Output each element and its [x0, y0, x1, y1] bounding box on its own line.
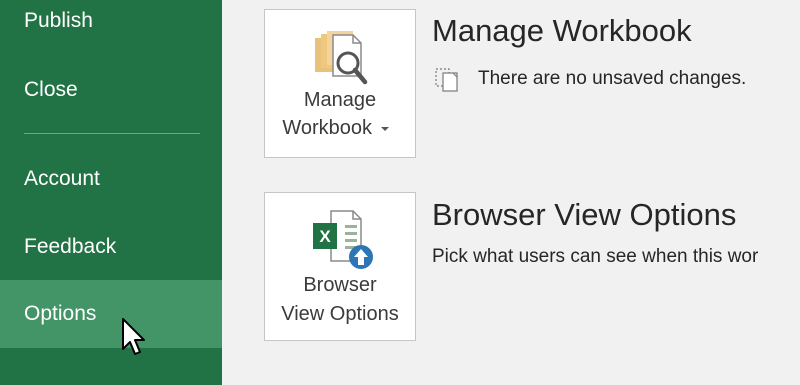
manage-workbook-status: There are no unsaved changes. — [478, 68, 747, 89]
nav-item-label: Account — [24, 167, 100, 190]
browser-view-options-description: Pick what users can see when this wor — [432, 246, 759, 267]
nav-item-account[interactable]: Account — [0, 146, 222, 212]
browser-view-options-button[interactable]: X Browser View Options — [264, 192, 416, 341]
nav-item-label: Publish — [24, 9, 93, 32]
browser-view-options-label-line1: Browser — [303, 274, 377, 296]
manage-workbook-icon — [315, 31, 368, 85]
nav-item-feedback[interactable]: Feedback — [0, 214, 222, 280]
browser-view-options-icon: X — [313, 210, 373, 269]
manage-workbook-button[interactable]: Manage Workbook — [264, 9, 416, 158]
manage-workbook-title: Manage Workbook — [432, 13, 692, 48]
nav-item-label: Options — [24, 302, 97, 325]
browser-view-options-title: Browser View Options — [432, 197, 737, 232]
nav-item-label: Close — [24, 78, 78, 101]
nav-item-close[interactable]: Close — [0, 57, 222, 123]
svg-text:X: X — [319, 227, 331, 246]
manage-workbook-label-line2: Workbook — [261, 114, 411, 142]
nav-item-label: Feedback — [24, 235, 117, 258]
dropdown-arrow-icon — [380, 126, 389, 131]
mouse-pointer-icon — [122, 318, 145, 355]
manage-workbook-label-text: Workbook — [282, 117, 373, 139]
nav-item-options[interactable]: Options — [0, 280, 222, 348]
nav-item-publish[interactable]: Publish — [0, 0, 222, 54]
browser-view-options-label-line2: View Options — [281, 303, 399, 325]
manage-workbook-label-line1: Manage — [303, 89, 377, 111]
backstage-sidebar: Publish Close Account Feedback Options — [0, 0, 222, 385]
document-versions-icon — [435, 68, 458, 92]
nav-divider — [24, 133, 200, 134]
